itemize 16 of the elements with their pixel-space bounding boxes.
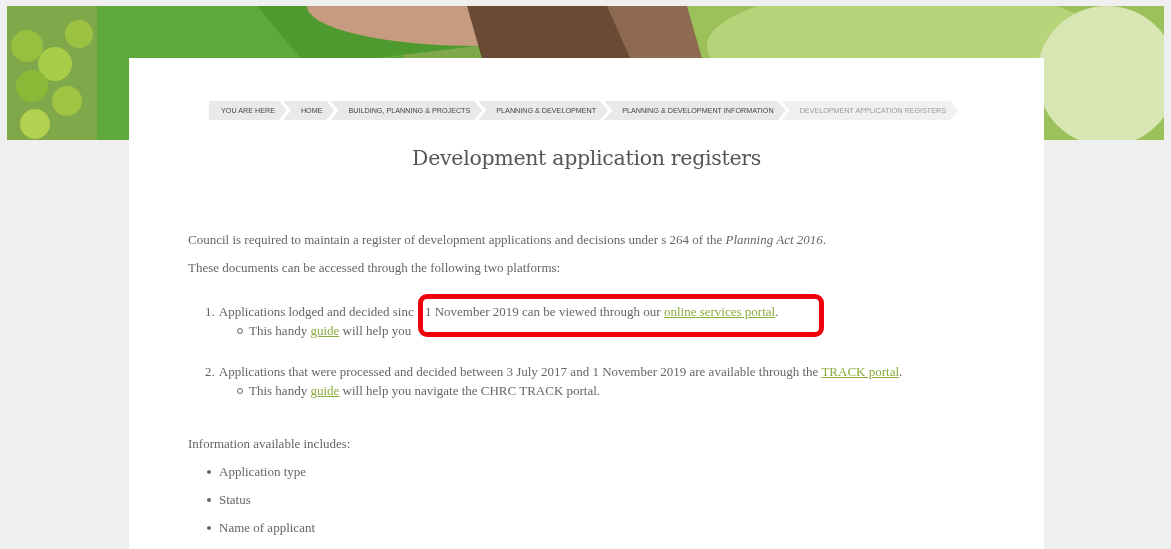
paragraph: These documents can be accessed through the following two platforms: [188, 260, 562, 276]
list-item-text: Status [219, 492, 251, 508]
bullet-icon [207, 470, 211, 474]
bullet-icon [207, 526, 211, 530]
paragraph: Council is required to maintain a register of development applications and decisions under s 264 of the Planning Act 2016. [188, 232, 828, 248]
list-item-text: Name of applicant [219, 520, 315, 536]
list-item-text: Applications lodged and decided sinc 1 November 2019 can be viewed through our online services portal. [218, 303, 779, 321]
list-number: 1. [205, 303, 215, 321]
list-item-text: Application type [219, 464, 306, 480]
bullet-icon [207, 498, 211, 502]
paragraph: Information available includes: [188, 436, 352, 452]
list-item-text: Applications that were processed and decided between 3 July 2017 and 1 November 2019 are available through the TRACK portal. [218, 363, 903, 381]
list-number: 2. [205, 363, 215, 381]
page-title: Development application registers [411, 146, 762, 170]
list-item-text: This handy guide will help you navigate the CHRC TRACK portal. [249, 382, 601, 400]
list-item-text: This handy guide will help you [249, 322, 412, 340]
